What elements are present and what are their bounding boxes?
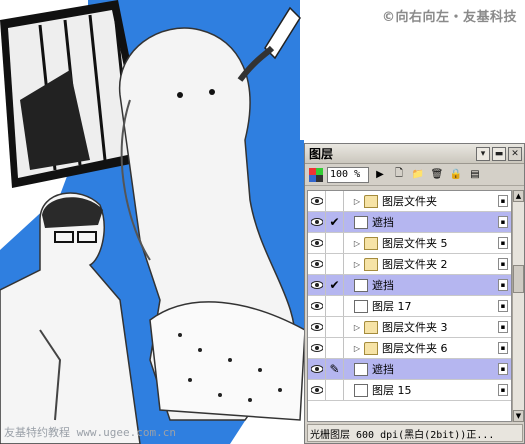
lock-icon[interactable]: 🔒	[448, 167, 464, 183]
watermark-site: 友基特约教程 www.ugee.com.cn	[4, 426, 176, 439]
eye-icon[interactable]	[308, 233, 326, 253]
delete-layer-icon[interactable]: 🗑	[429, 167, 445, 183]
lock-toggle[interactable]	[326, 191, 344, 211]
canvas-area[interactable]: ©向右向左・友基科技 友基特约教程 www.ugee.com.cn 图层 ▾ ▬…	[0, 0, 525, 444]
pen-icon[interactable]: ✎	[326, 359, 344, 379]
panel-menu-icon[interactable]: ▾	[476, 146, 490, 161]
eye-icon[interactable]	[308, 296, 326, 316]
expand-arrow-icon[interactable]: ▷	[352, 260, 362, 269]
layer-status-bar: 光栅图层 600 dpi(黑白(2bit))正...	[307, 424, 523, 442]
play-arrow-icon[interactable]: ▶	[372, 167, 388, 183]
layer-row[interactable]: ▷ 图层文件夹 5 ▪	[308, 233, 511, 254]
folder-icon	[364, 320, 378, 334]
eye-icon[interactable]	[308, 275, 326, 295]
layer-mask-icon[interactable]: ▪	[498, 258, 508, 270]
expand-arrow-icon[interactable]: ▷	[352, 239, 362, 248]
layer-row[interactable]: ✎ 遮挡 ▪	[308, 359, 511, 380]
scrollbar-thumb[interactable]	[513, 265, 524, 293]
eye-icon[interactable]	[308, 338, 326, 358]
layer-mask-icon[interactable]: ▪	[498, 363, 508, 375]
expand-arrow-icon[interactable]: ▷	[352, 344, 362, 353]
layers-panel-titlebar[interactable]: 图层 ▾ ▬ ✕	[305, 144, 524, 164]
lock-toggle[interactable]	[326, 296, 344, 316]
layer-name: 图层文件夹 2	[382, 258, 448, 271]
layer-row[interactable]: ▷ 图层文件夹 ▪	[308, 191, 511, 212]
layer-row[interactable]: ▷ 图层文件夹 6 ▪	[308, 338, 511, 359]
lock-toggle[interactable]	[326, 254, 344, 274]
check-icon[interactable]: ✔	[326, 275, 344, 295]
layers-toolbar: 100 % ▶ 🗋 📁 🗑 🔒 ▤	[305, 164, 524, 186]
layer-mask-icon[interactable]: ▪	[498, 216, 508, 228]
eye-icon[interactable]	[308, 254, 326, 274]
layer-mask-icon[interactable]: ▪	[498, 384, 508, 396]
opacity-field[interactable]: 100 %	[327, 166, 369, 183]
folder-icon	[364, 236, 378, 250]
layer-row[interactable]: ▷ 图层文件夹 2 ▪	[308, 254, 511, 275]
layer-name: 图层 17	[372, 300, 412, 313]
expand-arrow-icon[interactable]: ▷	[352, 323, 362, 332]
layer-row[interactable]: ✔ 遮挡 ▪	[308, 275, 511, 296]
layer-list: ▷ 图层文件夹 ▪ ✔ 遮挡 ▪ ▷ 图层文件夹 5 ▪ ▷ 图层文件夹 2 ▪…	[307, 190, 512, 422]
layer-name: 图层文件夹 3	[382, 321, 448, 334]
close-icon[interactable]: ✕	[508, 146, 522, 161]
lock-toggle[interactable]	[326, 233, 344, 253]
watermark-copyright: ©向右向左・友基科技	[381, 10, 517, 25]
layer-thumbnail	[354, 278, 368, 292]
layers-panel-title: 图层	[309, 147, 334, 161]
layer-row[interactable]: 图层 17 ▪	[308, 296, 511, 317]
new-layer-icon[interactable]: 🗋	[391, 167, 407, 183]
lock-toggle[interactable]	[326, 338, 344, 358]
layer-thumbnail	[354, 362, 368, 376]
layer-name: 遮挡	[372, 363, 394, 376]
layer-mask-icon[interactable]: ▪	[498, 342, 508, 354]
layer-mask-icon[interactable]: ▪	[498, 300, 508, 312]
layer-name: 遮挡	[372, 216, 394, 229]
layer-mask-icon[interactable]: ▪	[498, 195, 508, 207]
layer-mask-icon[interactable]: ▪	[498, 237, 508, 249]
layer-row[interactable]: ▷ 图层文件夹 3 ▪	[308, 317, 511, 338]
layer-name: 图层文件夹 6	[382, 342, 448, 355]
layer-name: 图层文件夹 5	[382, 237, 448, 250]
minimize-icon[interactable]: ▬	[492, 146, 506, 161]
layer-row[interactable]: 图层 15 ▪	[308, 380, 511, 401]
layer-mask-icon[interactable]: ▪	[498, 321, 508, 333]
eye-icon[interactable]	[308, 317, 326, 337]
layer-mask-icon[interactable]: ▪	[498, 279, 508, 291]
eye-icon[interactable]	[308, 212, 326, 232]
folder-icon	[364, 194, 378, 208]
layer-thumbnail	[354, 383, 368, 397]
eye-icon[interactable]	[308, 380, 326, 400]
scroll-down-icon[interactable]: ▼	[513, 410, 524, 422]
lock-toggle[interactable]	[326, 317, 344, 337]
panel-options-icon[interactable]: ▤	[467, 167, 483, 183]
lock-toggle[interactable]	[326, 380, 344, 400]
folder-icon	[364, 341, 378, 355]
layer-name: 图层 15	[372, 384, 412, 397]
eye-icon[interactable]	[308, 359, 326, 379]
folder-icon	[364, 257, 378, 271]
check-icon[interactable]: ✔	[326, 212, 344, 232]
layers-panel: 图层 ▾ ▬ ✕ 100 % ▶ 🗋 📁 🗑 🔒 ▤ ▷ 图层文件夹 ▪ ✔ 遮…	[304, 143, 525, 444]
expand-arrow-icon[interactable]: ▷	[352, 197, 362, 206]
layer-thumbnail	[354, 215, 368, 229]
new-folder-icon[interactable]: 📁	[410, 167, 426, 183]
color-swatch-icon[interactable]	[308, 167, 324, 183]
layer-name: 遮挡	[372, 279, 394, 292]
layer-name: 图层文件夹	[382, 195, 437, 208]
layer-list-scrollbar[interactable]: ▲ ▼	[512, 190, 524, 422]
layer-thumbnail	[354, 299, 368, 313]
eye-icon[interactable]	[308, 191, 326, 211]
scroll-up-icon[interactable]: ▲	[513, 190, 524, 202]
layer-row[interactable]: ✔ 遮挡 ▪	[308, 212, 511, 233]
